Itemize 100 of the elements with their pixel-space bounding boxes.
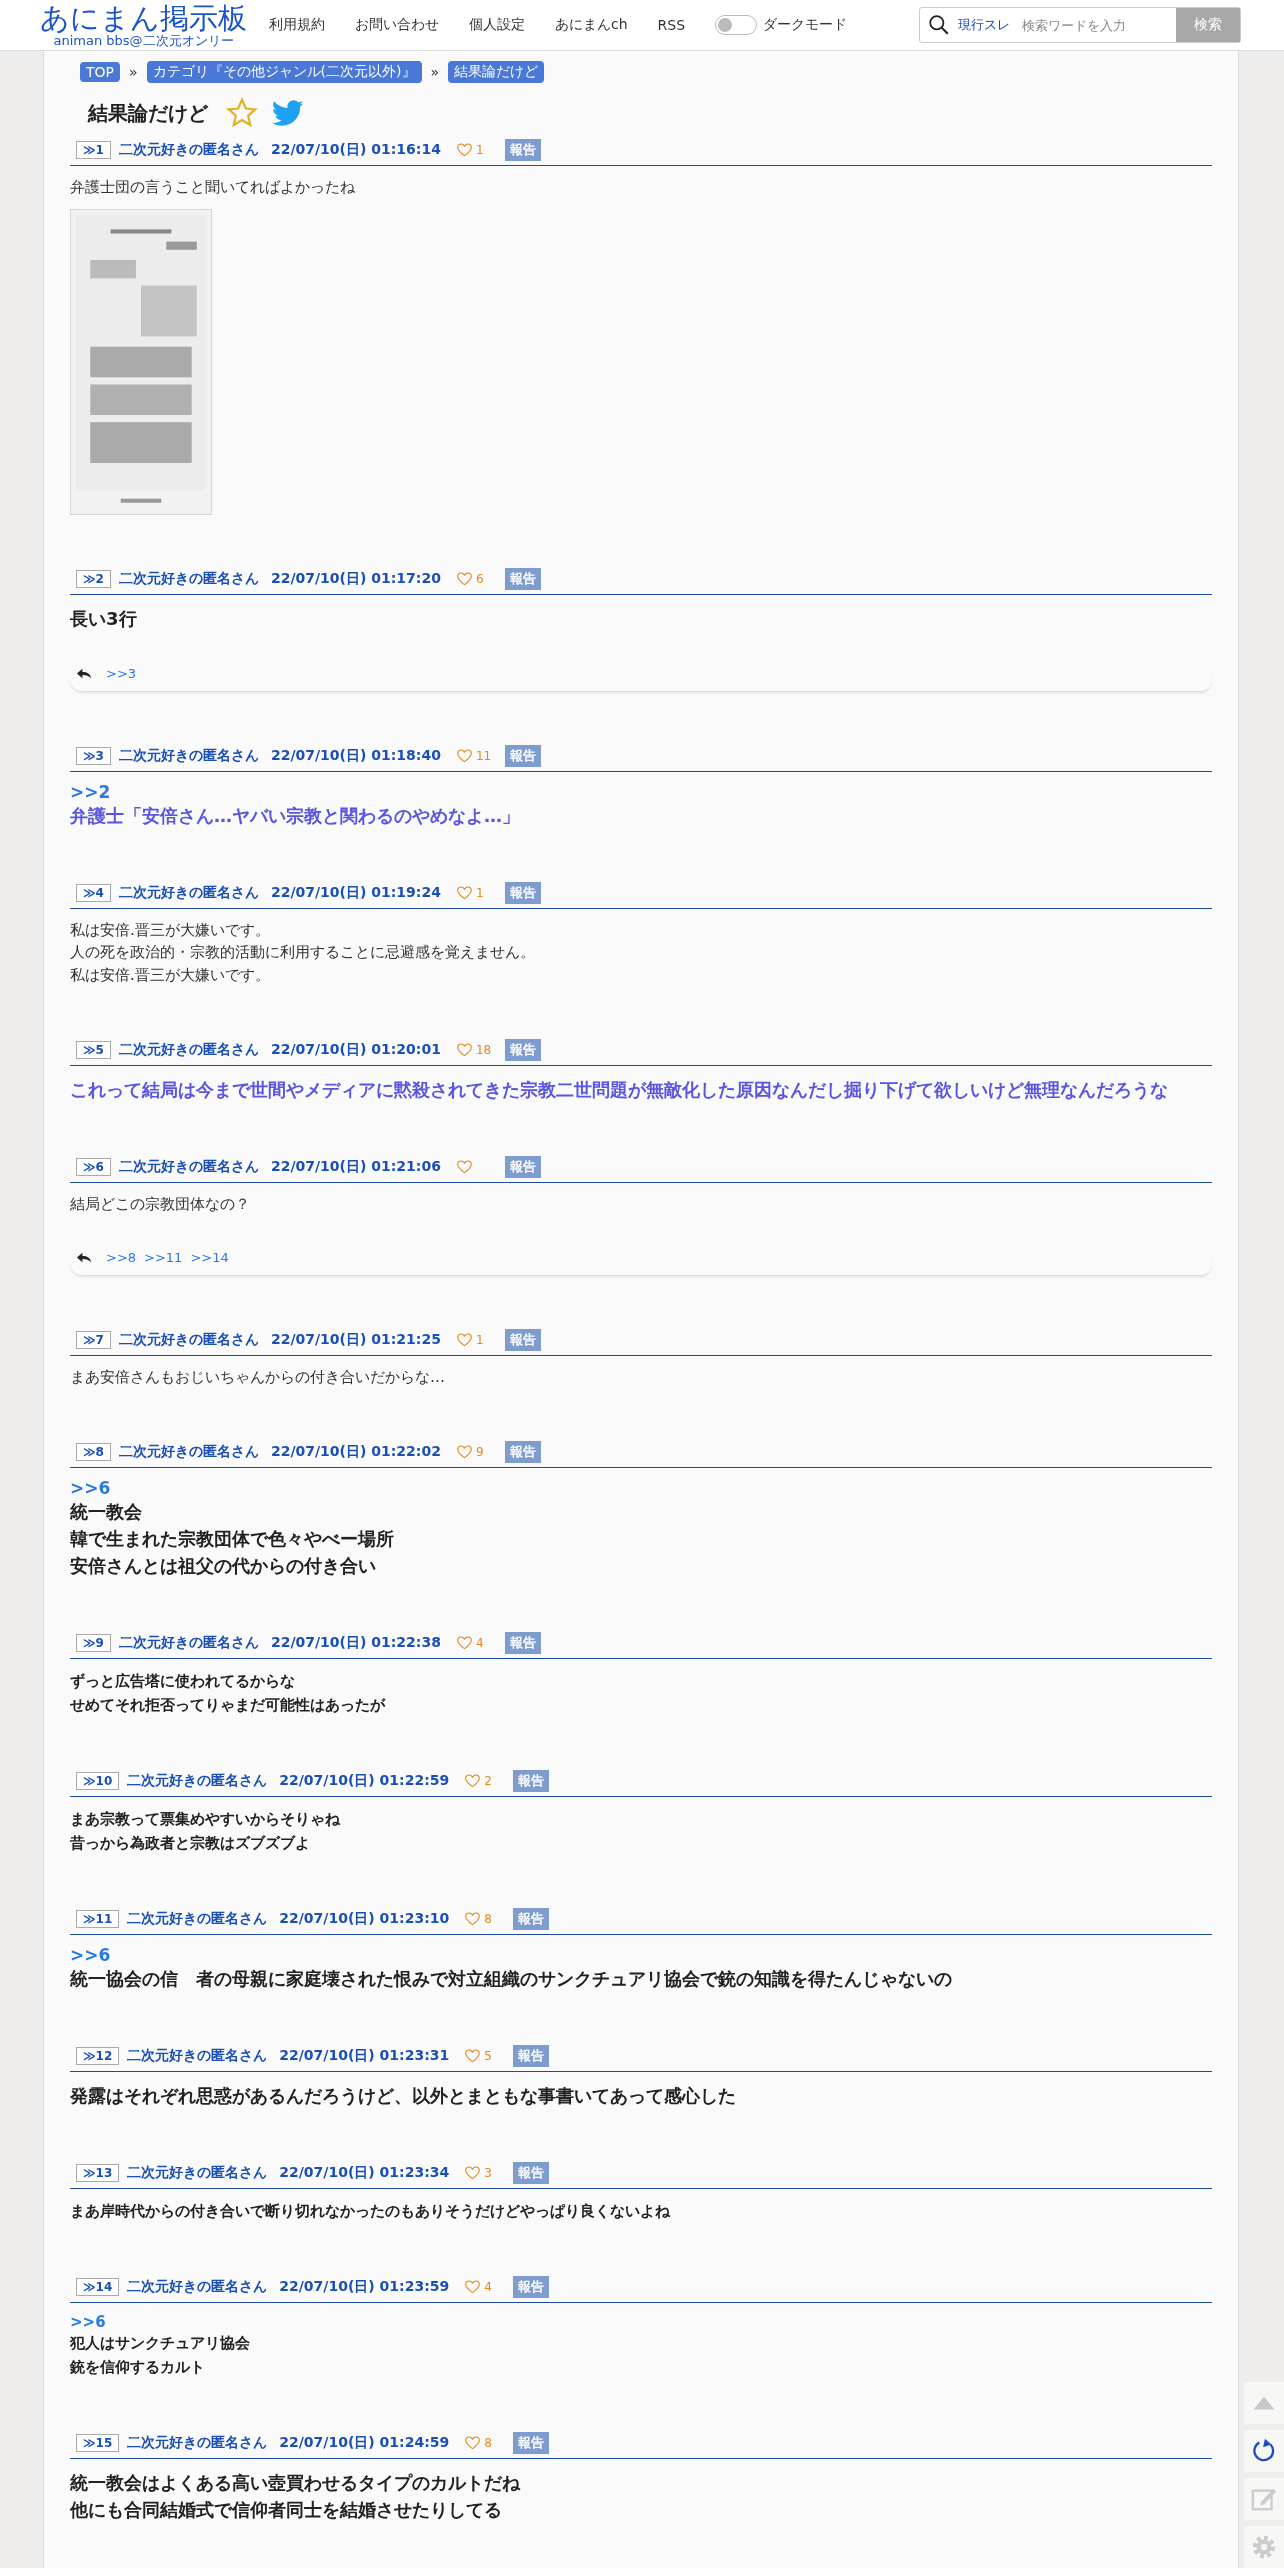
search-scope[interactable]: 現行スレ: [958, 16, 1010, 34]
post-number[interactable]: ≫11: [76, 1910, 120, 1928]
reply-anchor-link[interactable]: >>6: [70, 2313, 1212, 2331]
post-date: 22/07/10(日) 01:21:25: [270, 1330, 441, 1349]
report-button[interactable]: 報告: [504, 139, 541, 161]
breadcrumb-link[interactable]: TOP: [80, 62, 120, 82]
reply-anchor-link[interactable]: >>2: [70, 781, 1212, 802]
site-subtitle: animan bbs@二次元オンリー: [53, 33, 234, 47]
post-date: 22/07/10(日) 01:16:14: [270, 141, 441, 159]
edit-button[interactable]: [1244, 2478, 1284, 2520]
like-count: 4: [475, 1636, 484, 1650]
refresh-button[interactable]: [1244, 2430, 1284, 2472]
report-button[interactable]: 報告: [513, 1770, 550, 1792]
post-number[interactable]: ≫10: [76, 1772, 120, 1790]
heart-icon[interactable]: [456, 885, 472, 900]
settings-button[interactable]: [1244, 2526, 1284, 2568]
post-number[interactable]: ≫9: [76, 1634, 111, 1652]
post-date: 22/07/10(日) 01:23:31: [279, 2047, 450, 2065]
post-text: 安倍さんとは祖父の代からの付き合い: [70, 1554, 377, 1578]
report-button[interactable]: 報告: [504, 744, 541, 767]
search-button[interactable]: 検索: [1176, 8, 1240, 42]
nav-link[interactable]: あにまんch: [555, 16, 628, 34]
heart-icon[interactable]: [456, 748, 472, 763]
heart-icon[interactable]: [465, 1912, 481, 1926]
post-number[interactable]: ≫3: [76, 746, 111, 765]
nav-link[interactable]: 個人設定: [469, 16, 525, 34]
post-text: 人の死を政治的・宗教的活動に利用することに忌避感を覚えません。: [70, 942, 536, 963]
post-number[interactable]: ≫4: [76, 883, 111, 902]
post-date: 22/07/10(日) 01:23:34: [279, 2164, 450, 2182]
heart-icon[interactable]: [465, 1774, 481, 1788]
reply-anchor-link[interactable]: >>6: [70, 1478, 1212, 1498]
nav-link[interactable]: RSS: [657, 17, 686, 33]
report-button[interactable]: 報告: [513, 2162, 550, 2184]
post-text: 発露はそれぞれ思惑があるんだろうけど、以外とまともな事書いてあって感心した: [70, 2084, 737, 2108]
report-button[interactable]: 報告: [513, 2432, 550, 2454]
nav-link[interactable]: お問い合わせ: [355, 16, 439, 34]
post-text: 銃を信仰するカルト: [70, 2357, 206, 2378]
post-number[interactable]: ≫6: [76, 1158, 111, 1176]
reply-link[interactable]: >>8: [106, 1249, 137, 1265]
bird-icon[interactable]: [272, 99, 304, 127]
heart-icon[interactable]: [456, 143, 472, 157]
star-icon[interactable]: [226, 97, 258, 129]
scroll-up-button[interactable]: [1244, 2382, 1284, 2424]
reply-link[interactable]: >>3: [106, 665, 137, 681]
reply-anchor-link[interactable]: >>6: [70, 1945, 1212, 1965]
post-text: 統一協会の信 者の母親に家庭壊された恨みで対立組織のサンクチュアリ協会で銃の知識を得たんじゃないの: [70, 1967, 953, 1991]
reply-icon: [76, 667, 92, 679]
report-button[interactable]: 報告: [504, 1328, 541, 1351]
post-text: せめてそれ拒否ってりゃまだ可能性はあったが: [70, 1695, 387, 1716]
post-number[interactable]: ≫7: [76, 1330, 111, 1349]
report-button[interactable]: 報告: [513, 2045, 550, 2067]
heart-icon[interactable]: [456, 571, 472, 586]
report-button[interactable]: 報告: [504, 1039, 541, 1061]
heart-icon[interactable]: [465, 2436, 481, 2450]
like-count: 1: [475, 885, 484, 900]
like-count: 18: [475, 1043, 492, 1057]
report-button[interactable]: 報告: [504, 567, 541, 590]
post-number[interactable]: ≫2: [76, 569, 111, 588]
post-text: 統一教会: [70, 1500, 143, 1524]
heart-icon[interactable]: [465, 2166, 481, 2180]
nav-link[interactable]: 利用規約: [269, 16, 325, 34]
post-number[interactable]: ≫1: [76, 141, 111, 159]
reply-link[interactable]: >>11: [144, 1249, 183, 1265]
heart-icon[interactable]: [456, 1636, 472, 1650]
heart-icon[interactable]: [456, 1445, 472, 1459]
heart-icon[interactable]: [465, 2280, 481, 2294]
heart-icon[interactable]: [465, 2049, 481, 2063]
poster-name: 二次元好きの匿名さん: [118, 883, 259, 902]
post-text: まあ岸時代からの付き合いで断り切れなかったのもありそうだけどやっぱり良くないよね: [70, 2201, 671, 2222]
dark-mode-toggle[interactable]: [715, 15, 758, 35]
reply-link[interactable]: >>14: [190, 1249, 229, 1265]
post-number[interactable]: ≫5: [76, 1041, 111, 1059]
post-text: これって結局は今まで世間やメディアに黙殺されてきた宗教二世問題が無敵化した原因なんだし掘り下げて欲しいけど無理なんだろうな: [70, 1078, 1169, 1102]
heart-icon[interactable]: [456, 1160, 472, 1174]
post-date: 22/07/10(日) 01:22:38: [270, 1634, 441, 1652]
post-date: 22/07/10(日) 01:23:10: [279, 1910, 450, 1928]
post-text: 統一教会はよくある高い壺買わせるタイプのカルトだね: [70, 2471, 522, 2495]
poster-name: 二次元好きの匿名さん: [118, 746, 259, 765]
post-number[interactable]: ≫8: [76, 1443, 111, 1461]
report-button[interactable]: 報告: [504, 881, 541, 904]
poster-name: 二次元好きの匿名さん: [127, 2047, 268, 2065]
breadcrumb-link[interactable]: カテゴリ『その他ジャンル(二次元以外)』: [146, 61, 422, 83]
heart-icon[interactable]: [456, 1043, 472, 1057]
like-count: 1: [475, 1332, 484, 1347]
post-date: 22/07/10(日) 01:24:59: [279, 2434, 450, 2452]
site-logo[interactable]: あにまん掲示板: [40, 3, 247, 33]
report-button[interactable]: 報告: [513, 2276, 550, 2298]
like-count: 5: [484, 2049, 492, 2063]
poster-name: 二次元好きの匿名さん: [127, 2278, 268, 2296]
heart-icon[interactable]: [456, 1332, 472, 1347]
post-number[interactable]: ≫14: [76, 2278, 120, 2296]
report-button[interactable]: 報告: [513, 1908, 550, 1930]
poster-name: 二次元好きの匿名さん: [127, 1910, 268, 1928]
post-number[interactable]: ≫13: [76, 2164, 120, 2182]
post-number[interactable]: ≫12: [76, 2047, 120, 2065]
breadcrumb-link[interactable]: 結果論だけど: [448, 61, 545, 83]
report-button[interactable]: 報告: [504, 1632, 541, 1654]
post-number[interactable]: ≫15: [76, 2434, 120, 2452]
report-button[interactable]: 報告: [504, 1441, 541, 1463]
report-button[interactable]: 報告: [504, 1156, 541, 1178]
